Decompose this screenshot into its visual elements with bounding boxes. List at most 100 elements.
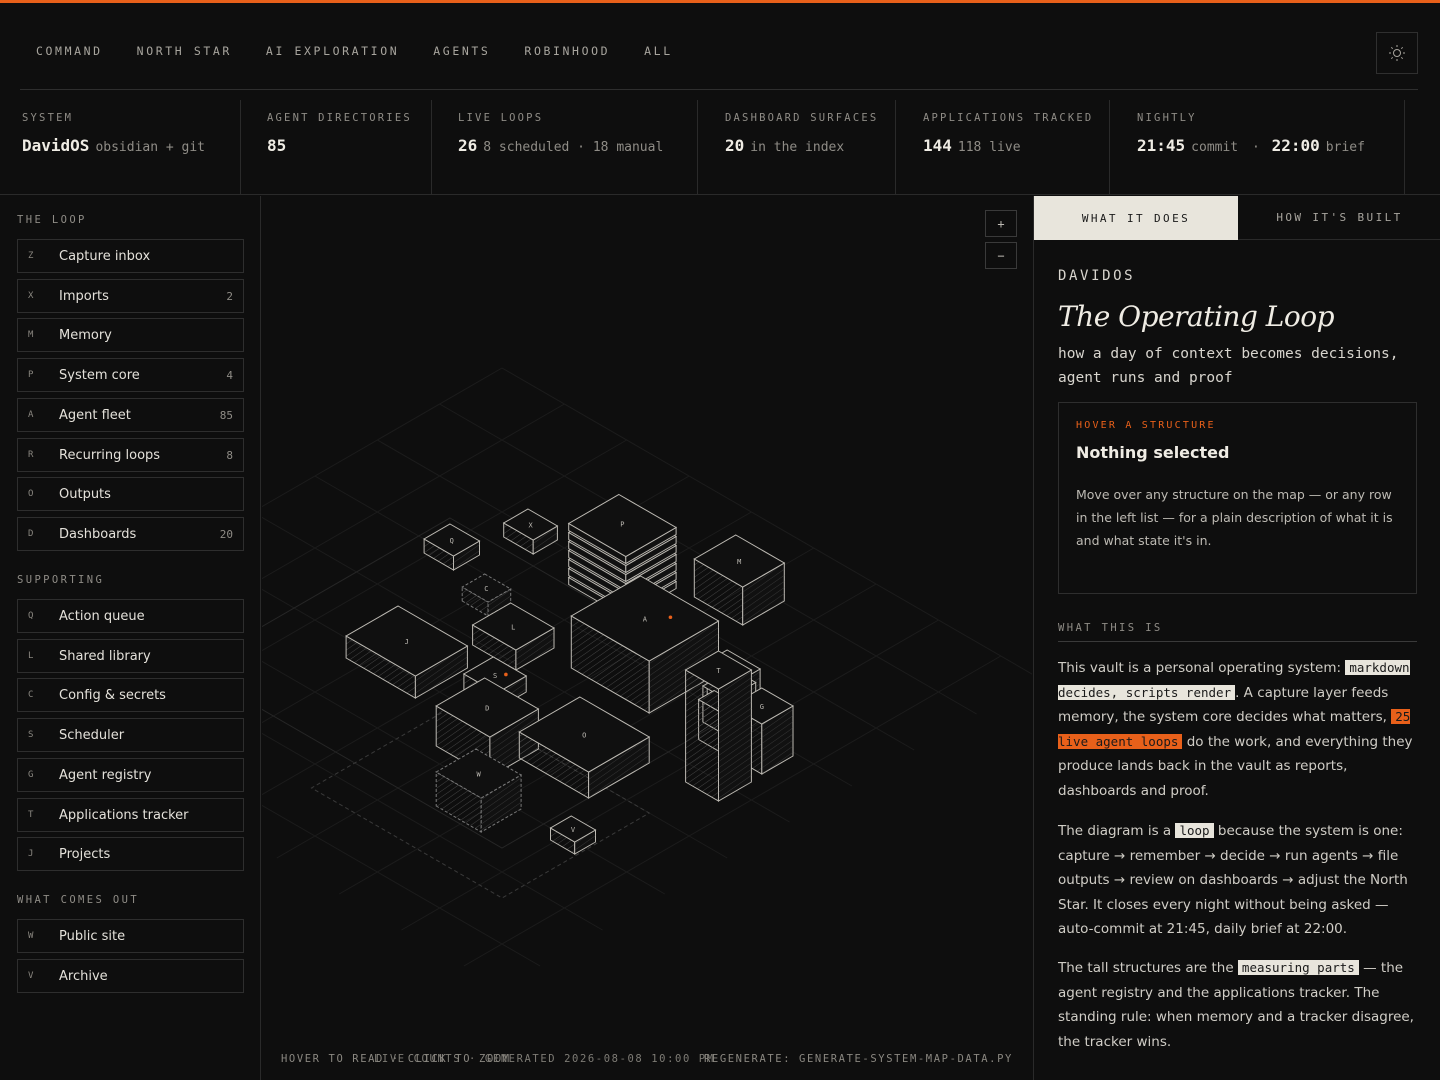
stat-value-2: 22:00 xyxy=(1271,136,1320,155)
item-key: P xyxy=(28,370,34,381)
sidebar-item-projects[interactable]: J Projects xyxy=(17,837,244,872)
detail-panel: WHAT IT DOES HOW IT'S BUILT DAVIDOS The … xyxy=(1033,196,1440,1080)
stat-detail: in the index xyxy=(750,140,845,155)
sidebar-item-memory[interactable]: M Memory xyxy=(17,318,244,353)
sidebar-item-archive[interactable]: V Archive xyxy=(17,958,244,993)
paragraph-2: The diagram is a loop because the system… xyxy=(1058,823,1408,938)
stat-label: APPLICATIONS TRACKED xyxy=(923,112,1094,124)
structure-key-label: S xyxy=(493,672,497,680)
structure-key-label: G xyxy=(760,703,764,711)
item-label: Config & secrets xyxy=(59,688,166,704)
item-key: T xyxy=(28,809,34,820)
stats-bar: SYSTEM DavidOS obsidian + git AGENT DIREC… xyxy=(0,100,1440,195)
item-label: Capture inbox xyxy=(59,249,151,264)
structure-key-label: M xyxy=(737,558,741,566)
stat-nightly: NIGHTLY 21:45 commit · 22:00 brief xyxy=(1110,100,1405,195)
item-key: A xyxy=(28,409,34,420)
sidebar-item-scheduler[interactable]: S Scheduler xyxy=(17,718,244,753)
code-chip: loop xyxy=(1175,823,1214,838)
nav-agents[interactable]: AGENTS xyxy=(433,44,490,58)
isometric-map[interactable]: ZXQMPCLAJSRDOGTWV xyxy=(262,196,1032,1056)
sidebar-item-outputs[interactable]: O Outputs xyxy=(17,477,244,512)
structure-key-label: C xyxy=(484,585,488,593)
stat-agent-directories: AGENT DIRECTORIES 85 xyxy=(241,100,432,195)
sidebar-item-applications-tracker[interactable]: T Applications tracker xyxy=(17,797,244,832)
stat-value: 26 xyxy=(458,136,478,155)
map-footer-generated: LIVE COUNTS · GENERATED 2026-08-08 10:00… xyxy=(374,1053,715,1065)
stat-value: 20 xyxy=(725,136,745,155)
nav-ai-exploration[interactable]: AI EXPLORATION xyxy=(266,44,399,58)
structure-projects[interactable]: J xyxy=(345,605,469,699)
top-nav: COMMAND NORTH STAR AI EXPLORATION AGENTS… xyxy=(36,44,707,58)
nav-all[interactable]: ALL xyxy=(644,44,673,58)
sidebar-item-config-secrets[interactable]: C Config & secrets xyxy=(17,678,244,713)
item-label: Imports xyxy=(59,288,109,304)
item-label: Action queue xyxy=(59,609,145,624)
theme-toggle-button[interactable] xyxy=(1376,32,1418,74)
system-map[interactable]: + − ZXQMPCLAJSRDOGTWV xyxy=(262,196,1032,1080)
item-key: X xyxy=(28,290,34,301)
item-label: Public site xyxy=(59,929,126,944)
item-label: Dashboards xyxy=(59,526,137,542)
panel-subtitle: how a day of context becomes decisions, … xyxy=(1058,346,1399,386)
item-label: Shared library xyxy=(59,648,151,664)
structure-memory[interactable]: M xyxy=(693,534,786,626)
nav-divider xyxy=(20,89,1418,90)
sidebar-item-imports[interactable]: X Imports 2 xyxy=(17,278,244,313)
stat-detail: 8 scheduled · 18 manual xyxy=(483,140,664,155)
map-structures: ZXQMPCLAJSRDOGTWV xyxy=(262,493,795,899)
section-label-the-loop: THE LOOP xyxy=(17,214,87,226)
sidebar: THE LOOP Z Capture inbox X Imports 2 M Memory P… xyxy=(0,196,261,1080)
stat-live-loops: LIVE LOOPS 26 8 scheduled · 18 manual xyxy=(432,100,698,195)
item-key: R xyxy=(28,449,34,460)
sidebar-item-capture-inbox[interactable]: Z Capture inbox xyxy=(17,239,244,273)
item-key: O xyxy=(28,489,34,500)
panel-eyebrow: DAVIDOS xyxy=(1058,268,1136,284)
sidebar-item-shared-library[interactable]: L Shared library xyxy=(17,638,244,673)
item-key: G xyxy=(28,769,34,780)
item-label: Recurring loops xyxy=(59,447,161,463)
nav-command[interactable]: COMMAND xyxy=(36,44,103,58)
nav-north-star[interactable]: NORTH STAR xyxy=(137,44,232,58)
stat-system: SYSTEM DavidOS obsidian + git xyxy=(0,100,241,195)
tab-how-its-built[interactable]: HOW IT'S BUILT xyxy=(1238,196,1440,240)
stat-value: 144 xyxy=(923,136,952,155)
paragraph-1: This vault is a personal operating syste… xyxy=(1058,660,1413,799)
sidebar-item-system-core[interactable]: P System core 4 xyxy=(17,358,244,393)
hover-title: Nothing selected xyxy=(1076,443,1230,462)
sidebar-item-agent-registry[interactable]: G Agent registry xyxy=(17,757,244,792)
item-count: 20 xyxy=(219,527,233,541)
nav-robinhood[interactable]: ROBINHOOD xyxy=(524,44,610,58)
item-label: Memory xyxy=(59,328,112,344)
tab-what-it-does[interactable]: WHAT IT DOES xyxy=(1034,196,1238,240)
structure-action-queue[interactable]: Q xyxy=(423,523,481,571)
sidebar-item-agent-fleet[interactable]: A Agent fleet 85 xyxy=(17,397,244,432)
hover-info-card: HOVER A STRUCTURE Nothing selected Move … xyxy=(1058,402,1417,594)
paragraph-3: The tall structures are the measuring pa… xyxy=(1058,960,1414,1050)
stat-applications-tracked: APPLICATIONS TRACKED 144 118 live xyxy=(896,100,1110,195)
item-label: Outputs xyxy=(59,487,111,503)
sidebar-item-dashboards[interactable]: D Dashboards 20 xyxy=(17,516,244,551)
stat-label: AGENT DIRECTORIES xyxy=(267,112,412,124)
item-count: 85 xyxy=(219,408,233,422)
structure-imports[interactable]: X xyxy=(502,508,559,555)
stat-label: SYSTEM xyxy=(22,112,74,124)
structure-key-label: O xyxy=(582,732,586,740)
item-label: Projects xyxy=(59,847,111,863)
structure-key-label: L xyxy=(511,624,515,632)
section-label-supporting: SUPPORTING xyxy=(17,574,105,586)
stat-dashboard-surfaces: DASHBOARD SURFACES 20 in the index xyxy=(698,100,896,195)
sidebar-item-recurring-loops[interactable]: R Recurring loops 8 xyxy=(17,437,244,472)
sidebar-item-public-site[interactable]: W Public site xyxy=(17,919,244,953)
panel-title: The Operating Loop xyxy=(1058,300,1335,333)
stat-value: 21:45 xyxy=(1137,136,1186,155)
item-key: Q xyxy=(28,611,34,621)
item-count: 4 xyxy=(226,369,233,383)
sun-icon xyxy=(1389,45,1405,61)
stat-value: 85 xyxy=(267,136,287,155)
sidebar-item-action-queue[interactable]: Q Action queue xyxy=(17,599,244,633)
item-count: 8 xyxy=(226,448,233,462)
hover-description: Move over any structure on the map — or … xyxy=(1076,487,1393,548)
structure-applications-tracker[interactable]: T xyxy=(684,650,753,802)
item-key: S xyxy=(28,730,34,741)
